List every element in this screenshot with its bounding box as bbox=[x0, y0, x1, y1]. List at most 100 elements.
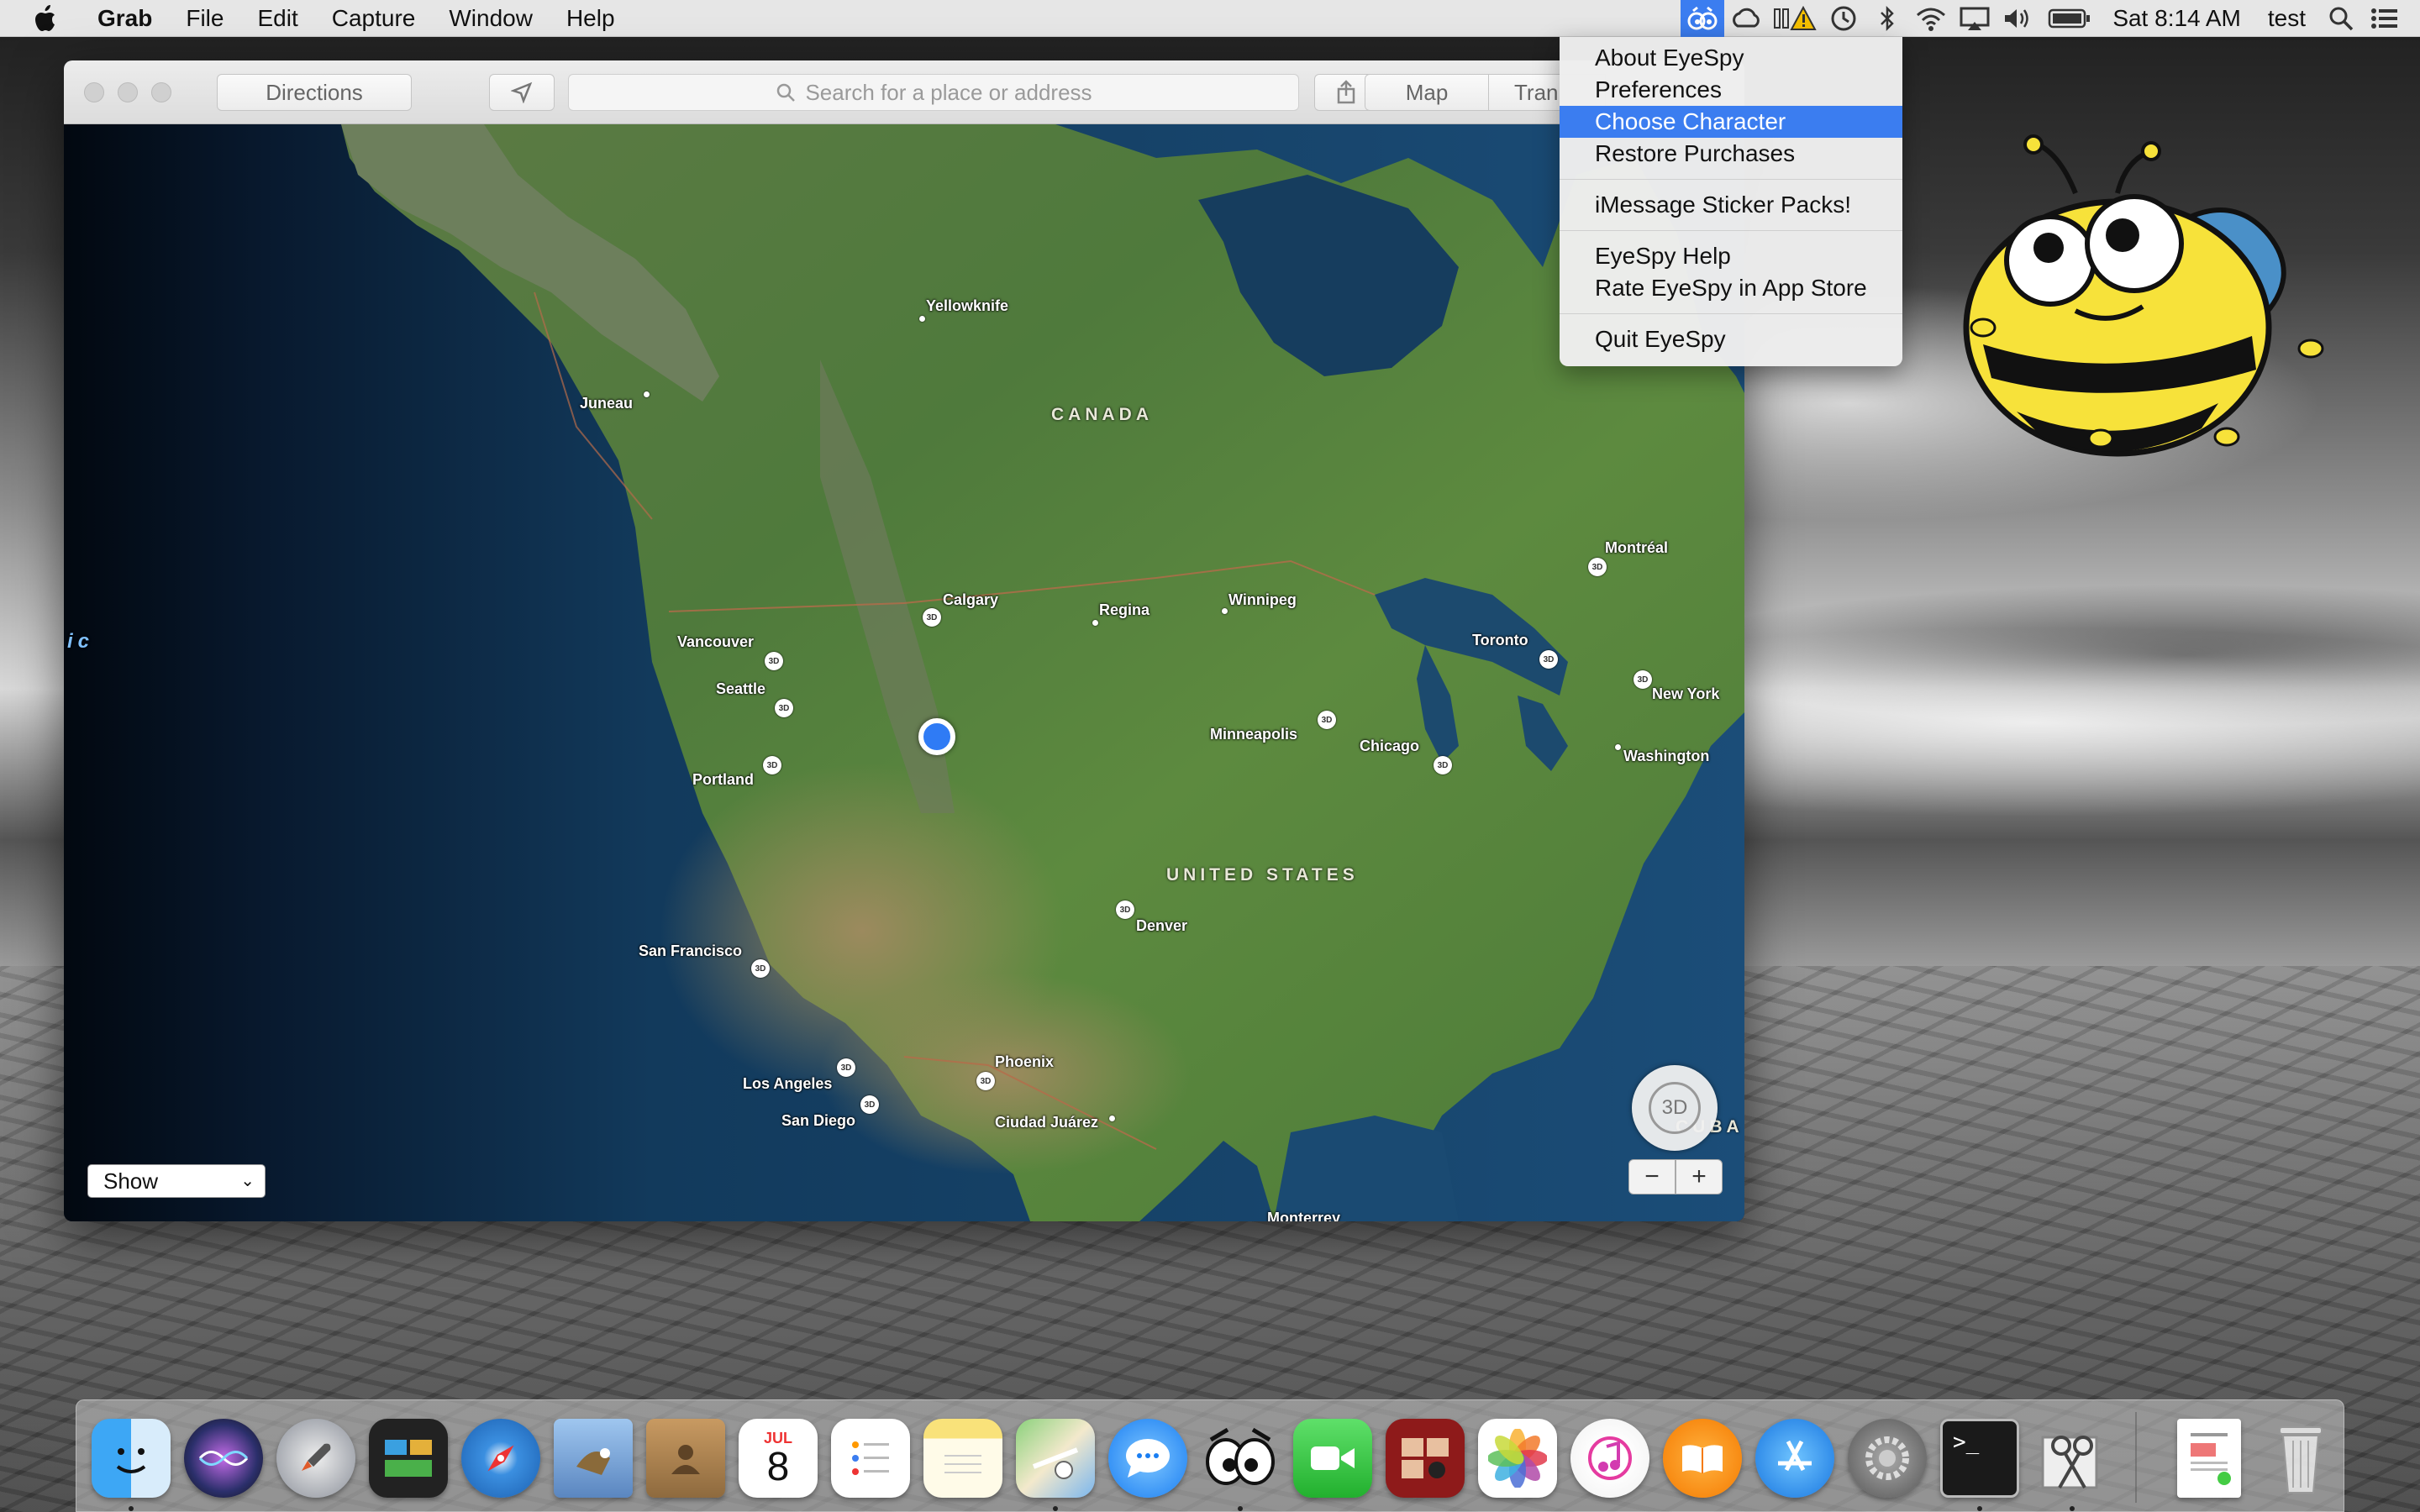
city-marker[interactable] bbox=[644, 391, 650, 397]
airplay-icon[interactable] bbox=[1953, 0, 1996, 37]
notes-icon[interactable] bbox=[923, 1419, 1002, 1498]
terminal-icon[interactable]: >_ bbox=[1940, 1419, 2019, 1498]
city-monterrey[interactable]: Monterrey bbox=[1267, 1210, 1340, 1221]
bluetooth-icon[interactable] bbox=[1865, 0, 1909, 37]
city-marker[interactable] bbox=[1092, 620, 1098, 626]
eyespy-icon[interactable] bbox=[1681, 0, 1725, 37]
menu-file[interactable]: File bbox=[169, 0, 240, 37]
3d-flyover-pin[interactable]: 3D bbox=[765, 652, 783, 670]
menu-edit[interactable]: Edit bbox=[240, 0, 314, 37]
city-minneapolis[interactable]: Minneapolis bbox=[1210, 726, 1297, 743]
city-juneau[interactable]: Juneau bbox=[580, 395, 633, 412]
menu-help[interactable]: Help bbox=[550, 0, 632, 37]
menu-item-preferences[interactable]: Preferences bbox=[1560, 74, 1902, 106]
spotlight-search-icon[interactable] bbox=[2319, 0, 2363, 37]
eyespy-icon[interactable] bbox=[1201, 1419, 1280, 1498]
battery-icon[interactable] bbox=[2040, 0, 2099, 37]
facetime-icon[interactable] bbox=[1293, 1419, 1372, 1498]
menu-item-help[interactable]: EyeSpy Help bbox=[1560, 240, 1902, 272]
mission-control-icon[interactable] bbox=[369, 1419, 448, 1498]
city-calgary[interactable]: Calgary bbox=[943, 591, 998, 609]
finder-icon[interactable] bbox=[92, 1419, 171, 1498]
city-seattle[interactable]: Seattle bbox=[716, 680, 765, 698]
show-dropdown[interactable]: Show ⌄ bbox=[87, 1164, 266, 1198]
city-new-york[interactable]: New York bbox=[1652, 685, 1719, 703]
city-chicago[interactable]: Chicago bbox=[1360, 738, 1419, 755]
3d-flyover-pin[interactable]: 3D bbox=[1434, 756, 1452, 774]
volume-icon[interactable] bbox=[1996, 0, 2040, 37]
city-toronto[interactable]: Toronto bbox=[1472, 632, 1528, 649]
city-marker[interactable] bbox=[1615, 744, 1621, 750]
wifi-icon[interactable] bbox=[1909, 0, 1953, 37]
grab-icon[interactable] bbox=[2033, 1419, 2112, 1498]
3d-flyover-pin[interactable]: 3D bbox=[1318, 711, 1336, 729]
photo-booth-icon[interactable] bbox=[1386, 1419, 1465, 1498]
city-san-diego[interactable]: San Diego bbox=[781, 1112, 855, 1130]
zoom-out-button[interactable]: − bbox=[1628, 1159, 1676, 1194]
city-phoenix[interactable]: Phoenix bbox=[995, 1053, 1054, 1071]
apple-menu-icon[interactable] bbox=[32, 0, 66, 37]
city-marker[interactable] bbox=[919, 316, 925, 322]
system-preferences-icon[interactable] bbox=[1848, 1419, 1927, 1498]
3d-flyover-pin[interactable]: 3D bbox=[1539, 650, 1558, 669]
menu-item-restore-purchases[interactable]: Restore Purchases bbox=[1560, 138, 1902, 170]
3d-flyover-pin[interactable]: 3D bbox=[1634, 670, 1652, 689]
minimize-button[interactable] bbox=[118, 82, 138, 102]
menu-item-sticker-packs[interactable]: iMessage Sticker Packs! bbox=[1560, 189, 1902, 221]
menu-item-rate[interactable]: Rate EyeSpy in App Store bbox=[1560, 272, 1902, 304]
city-marker[interactable] bbox=[1109, 1116, 1115, 1121]
search-input[interactable]: Search for a place or address bbox=[568, 74, 1299, 111]
mail-icon[interactable] bbox=[554, 1419, 633, 1498]
contacts-icon[interactable] bbox=[646, 1419, 725, 1498]
menu-clock[interactable]: Sat 8:14 AM bbox=[2099, 0, 2254, 37]
3d-flyover-pin[interactable]: 3D bbox=[1588, 558, 1607, 576]
menu-app-name[interactable]: Grab bbox=[87, 0, 169, 37]
3d-flyover-pin[interactable]: 3D bbox=[923, 608, 941, 627]
directions-button[interactable]: Directions bbox=[217, 74, 412, 111]
messages-icon[interactable] bbox=[1108, 1419, 1187, 1498]
itunes-icon[interactable] bbox=[1570, 1419, 1649, 1498]
current-location-button[interactable] bbox=[489, 74, 555, 111]
ibooks-icon[interactable] bbox=[1663, 1419, 1742, 1498]
close-button[interactable] bbox=[84, 82, 104, 102]
siri-icon[interactable] bbox=[184, 1419, 263, 1498]
safari-icon[interactable] bbox=[461, 1419, 540, 1498]
menu-user[interactable]: test bbox=[2254, 0, 2319, 37]
city-ciudad-juarez[interactable]: Ciudad Juárez bbox=[995, 1114, 1098, 1131]
3d-flyover-pin[interactable]: 3D bbox=[837, 1058, 855, 1077]
maps-icon[interactable] bbox=[1016, 1419, 1095, 1498]
city-portland[interactable]: Portland bbox=[692, 771, 754, 789]
city-winnipeg[interactable]: Winnipeg bbox=[1228, 591, 1297, 609]
city-montreal[interactable]: Montréal bbox=[1605, 539, 1668, 557]
menu-item-choose-character[interactable]: Choose Character bbox=[1560, 106, 1902, 138]
tab-map[interactable]: Map bbox=[1365, 74, 1489, 111]
city-marker[interactable] bbox=[1222, 608, 1228, 614]
photos-icon[interactable] bbox=[1478, 1419, 1557, 1498]
time-machine-icon[interactable] bbox=[1822, 0, 1865, 37]
menu-capture[interactable]: Capture bbox=[315, 0, 433, 37]
reminders-icon[interactable] bbox=[831, 1419, 910, 1498]
document-icon[interactable] bbox=[2177, 1419, 2241, 1498]
calendar-icon[interactable]: JUL 8 bbox=[739, 1419, 818, 1498]
creative-cloud-icon[interactable] bbox=[1724, 0, 1768, 37]
city-vancouver[interactable]: Vancouver bbox=[677, 633, 754, 651]
compass-3d-button[interactable]: 3D bbox=[1632, 1065, 1718, 1151]
app-store-icon[interactable] bbox=[1755, 1419, 1834, 1498]
city-regina[interactable]: Regina bbox=[1099, 601, 1150, 619]
city-los-angeles[interactable]: Los Angeles bbox=[743, 1075, 832, 1093]
zoom-button[interactable] bbox=[151, 82, 171, 102]
3d-flyover-pin[interactable]: 3D bbox=[751, 959, 770, 978]
map-view[interactable]: CANADA UNITED STATES CUBA ic Yellowknife… bbox=[64, 124, 1744, 1221]
zoom-in-button[interactable]: + bbox=[1676, 1159, 1723, 1194]
menu-item-quit[interactable]: Quit EyeSpy bbox=[1560, 323, 1902, 355]
city-yellowknife[interactable]: Yellowknife bbox=[926, 297, 1008, 315]
3d-flyover-pin[interactable]: 3D bbox=[976, 1072, 995, 1090]
3d-flyover-pin[interactable]: 3D bbox=[763, 756, 781, 774]
city-denver[interactable]: Denver bbox=[1136, 917, 1187, 935]
launchpad-icon[interactable] bbox=[276, 1419, 355, 1498]
3d-flyover-pin[interactable]: 3D bbox=[860, 1095, 879, 1114]
menu-window[interactable]: Window bbox=[432, 0, 550, 37]
bluetooth-warning-icon[interactable] bbox=[1768, 0, 1822, 37]
trash-icon[interactable] bbox=[2261, 1419, 2340, 1498]
bee-character-icon[interactable] bbox=[1949, 134, 2353, 479]
